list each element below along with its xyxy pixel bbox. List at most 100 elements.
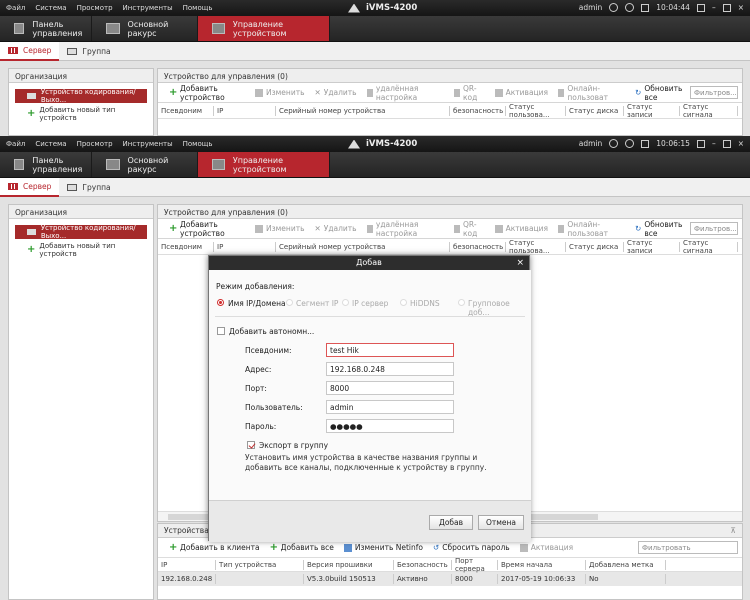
mode-hiddns-radio[interactable] xyxy=(400,299,407,306)
mode-ip-domain-radio[interactable] xyxy=(217,299,224,306)
user-input[interactable] xyxy=(326,400,454,414)
mode-ip-segment-radio[interactable] xyxy=(286,299,293,306)
menu-system[interactable]: Система xyxy=(35,4,66,12)
menu-view[interactable]: Просмотр xyxy=(77,4,113,12)
col-user-status[interactable]: Статус пользова... xyxy=(506,239,566,255)
mode-batch-radio[interactable] xyxy=(458,299,465,306)
qr-code-button[interactable]: QR-код xyxy=(449,84,490,102)
modify-button[interactable]: Изменить xyxy=(250,88,309,97)
col-disk-status[interactable]: Статус диска xyxy=(566,241,624,252)
hdd-icon[interactable] xyxy=(641,3,650,12)
password-input[interactable] xyxy=(326,419,454,433)
tab-control-panel[interactable]: Панель управления xyxy=(0,16,92,41)
mode-ip-domain-label[interactable]: Имя IP/Домена xyxy=(228,299,286,308)
dialog-close-icon[interactable]: × xyxy=(516,256,524,270)
minimize-icon[interactable]: – xyxy=(712,139,716,148)
tab-control-panel[interactable]: Панель управления xyxy=(0,152,92,177)
online-user-button[interactable]: Онлайн-пользоват xyxy=(553,220,630,238)
activate-button[interactable]: Активация xyxy=(490,88,553,97)
refresh-all-button[interactable]: ↻ Обновить все xyxy=(630,220,690,238)
add-device-button[interactable]: + Добавить устройство xyxy=(164,84,250,102)
online-filter-input[interactable]: Фильтровать xyxy=(638,541,738,554)
alias-input[interactable] xyxy=(326,343,454,357)
filter-input[interactable]: Фильтров... xyxy=(690,86,738,99)
online-activate-button[interactable]: Активация xyxy=(515,543,578,552)
globe-icon[interactable] xyxy=(609,3,619,12)
modify-netinfo-button[interactable]: Изменить Netinfo xyxy=(339,543,428,552)
menu-file[interactable]: Файл xyxy=(6,140,25,148)
menu-file[interactable]: Файл xyxy=(6,4,25,12)
col-security[interactable]: безопасность xyxy=(450,241,506,252)
globe-icon[interactable] xyxy=(609,139,619,148)
col-firmware[interactable]: Версия прошивки xyxy=(304,559,394,570)
tab-main-view[interactable]: Основной ракурс xyxy=(92,16,198,41)
col-user-status[interactable]: Статус пользова... xyxy=(506,103,566,119)
maximize-icon[interactable] xyxy=(722,3,731,12)
tab-main-view[interactable]: Основной ракурс xyxy=(92,152,198,177)
remote-config-button[interactable]: удалённая настройка xyxy=(362,84,449,102)
add-button[interactable]: Добав xyxy=(429,515,473,530)
lock-icon[interactable] xyxy=(696,3,705,12)
add-to-client-button[interactable]: + Добавить в клиента xyxy=(164,542,265,552)
mode-hiddns-label[interactable]: HiDDNS xyxy=(410,299,440,308)
col-added[interactable]: Добавлена метка xyxy=(586,559,666,570)
settings-icon[interactable] xyxy=(625,139,635,148)
cancel-button[interactable]: Отмена xyxy=(478,515,524,530)
mode-ip-server-label[interactable]: IP сервер xyxy=(352,299,388,308)
mode-ip-server-radio[interactable] xyxy=(342,299,349,306)
col-device-type[interactable]: Тип устройства xyxy=(216,559,304,570)
col-signal-status[interactable]: Статус сигнала xyxy=(680,239,738,255)
col-security[interactable]: Безопасность xyxy=(394,559,452,570)
add-all-button[interactable]: + Добавить все xyxy=(265,542,339,552)
tab-device-management[interactable]: Управление устройством xyxy=(198,152,330,177)
tab-device-management[interactable]: Управление устройством xyxy=(198,16,330,41)
subtab-group[interactable]: Группа xyxy=(59,42,118,61)
export-to-group-checkbox[interactable] xyxy=(247,441,255,449)
offline-add-checkbox[interactable] xyxy=(217,327,225,335)
col-record-status[interactable]: Статус записи xyxy=(624,239,680,255)
mode-batch-label[interactable]: Групповое доб... xyxy=(468,299,531,317)
col-ip[interactable]: IP xyxy=(214,105,276,116)
hdd-icon[interactable] xyxy=(641,139,650,148)
minimize-icon[interactable]: – xyxy=(712,3,716,12)
col-server-port[interactable]: Порт сервера xyxy=(452,557,498,573)
col-serial[interactable]: Серийный номер устройства xyxy=(276,105,450,116)
close-icon[interactable]: × xyxy=(738,139,744,148)
col-record-status[interactable]: Статус записи xyxy=(624,103,680,119)
menu-system[interactable]: Система xyxy=(35,140,66,148)
menu-help[interactable]: Помощь xyxy=(183,4,213,12)
qr-code-button[interactable]: QR-код xyxy=(449,220,490,238)
maximize-icon[interactable] xyxy=(722,139,731,148)
col-alias[interactable]: Псевдоним xyxy=(158,241,214,252)
col-start-time[interactable]: Время начала xyxy=(498,559,586,570)
collapse-icon[interactable]: ⊼ xyxy=(731,526,737,535)
port-input[interactable] xyxy=(326,381,454,395)
org-add-device-type[interactable]: + Добавить новый тип устройств xyxy=(27,106,153,122)
menu-tools[interactable]: Инструменты xyxy=(123,4,173,12)
col-ip[interactable]: IP xyxy=(158,559,216,570)
menu-help[interactable]: Помощь xyxy=(183,140,213,148)
col-security[interactable]: безопасность xyxy=(450,105,506,116)
refresh-all-button[interactable]: ↻ Обновить все xyxy=(630,84,690,102)
activate-button[interactable]: Активация xyxy=(490,224,553,233)
add-device-button[interactable]: + Добавить устройство xyxy=(164,220,250,238)
export-to-group-label[interactable]: Экспорт в группу xyxy=(259,441,328,450)
col-signal-status[interactable]: Статус сигнала xyxy=(680,103,738,119)
subtab-group[interactable]: Группа xyxy=(59,178,118,197)
online-user-button[interactable]: Онлайн-пользоват xyxy=(553,84,630,102)
col-ip[interactable]: IP xyxy=(214,241,276,252)
col-disk-status[interactable]: Статус диска xyxy=(566,105,624,116)
offline-add-label[interactable]: Добавить автономн... xyxy=(229,327,314,336)
subtab-server[interactable]: Сервер xyxy=(0,41,60,61)
delete-button[interactable]: ✕ Удалить xyxy=(309,88,361,97)
modify-button[interactable]: Изменить xyxy=(250,224,309,233)
col-serial[interactable]: Серийный номер устройства xyxy=(276,241,450,252)
address-input[interactable] xyxy=(326,362,454,376)
org-item-encoding-device[interactable]: Устройство кодирования/Выхо... xyxy=(15,224,147,240)
settings-icon[interactable] xyxy=(625,3,635,12)
col-alias[interactable]: Псевдоним xyxy=(158,105,214,116)
menu-tools[interactable]: Инструменты xyxy=(123,140,173,148)
menu-view[interactable]: Просмотр xyxy=(77,140,113,148)
reset-password-button[interactable]: ↺ Сбросить пароль xyxy=(428,543,515,552)
subtab-server[interactable]: Сервер xyxy=(0,177,60,197)
